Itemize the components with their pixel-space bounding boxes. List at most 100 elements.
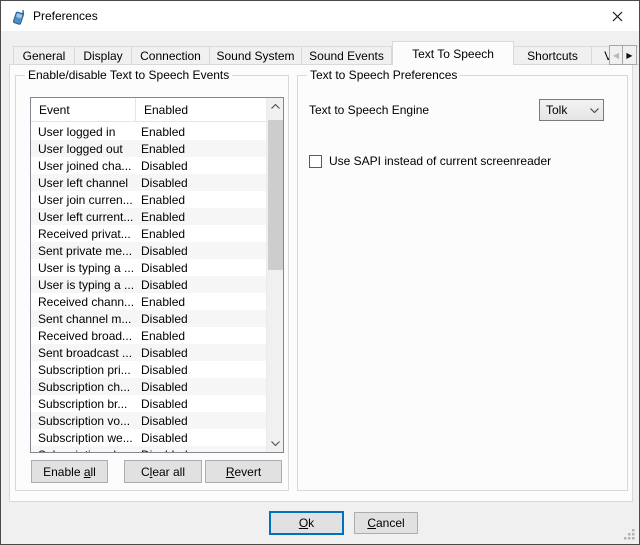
cancel-button[interactable]: Cancel (354, 512, 418, 534)
event-cell: Sent channel m... (31, 312, 134, 326)
tab-scrollers: ◀ ▶ (609, 45, 637, 65)
status-cell: Enabled (134, 227, 266, 241)
list-item[interactable]: User joined cha... Disabled (31, 157, 266, 174)
status-cell: Disabled (134, 363, 266, 377)
list-header: Event Enabled (31, 98, 266, 122)
close-icon (612, 11, 623, 22)
event-cell: User is typing a ... (31, 278, 134, 292)
event-cell: Received chann... (31, 295, 134, 309)
vertical-scrollbar[interactable] (266, 98, 283, 452)
tab-scroll-left-button[interactable]: ◀ (609, 45, 623, 65)
event-cell: Received privat... (31, 227, 134, 241)
tab-text-to-speech[interactable]: Text To Speech (392, 41, 514, 65)
tts-engine-value: Tolk (540, 103, 585, 117)
list-item[interactable]: User is typing a ... Disabled (31, 259, 266, 276)
enable-all-button[interactable]: Enable all (31, 460, 108, 483)
use-sapi-checkbox[interactable] (309, 155, 322, 168)
list-item[interactable]: Received chann... Enabled (31, 293, 266, 310)
list-item[interactable]: Received broad... Enabled (31, 327, 266, 344)
list-item[interactable]: User left channel Disabled (31, 174, 266, 191)
status-cell: Disabled (134, 244, 266, 258)
status-cell: Disabled (134, 397, 266, 411)
tts-preferences-groupbox: Text to Speech Preferences Text to Speec… (297, 75, 628, 491)
tab-scroll-left-icon: ◀ (613, 51, 619, 60)
event-cell: User left channel (31, 176, 134, 190)
tab-sound-system[interactable]: Sound System (210, 46, 302, 65)
preferences-dialog: Preferences General Display Connection S… (0, 0, 640, 545)
events-group-title: Enable/disable Text to Speech Events (25, 68, 232, 82)
list-item[interactable]: User join curren... Enabled (31, 191, 266, 208)
tts-preferences-group-title: Text to Speech Preferences (307, 68, 460, 82)
status-cell: Enabled (134, 193, 266, 207)
tab-display[interactable]: Display (75, 46, 132, 65)
event-cell: Subscription we... (31, 431, 134, 445)
status-cell: Enabled (134, 295, 266, 309)
tab-general[interactable]: General (13, 46, 75, 65)
event-cell: Subscription pri... (31, 363, 134, 377)
event-cell: User is typing a ... (31, 261, 134, 275)
tts-engine-label: Text to Speech Engine (309, 99, 429, 121)
window-title: Preferences (33, 1, 98, 31)
list-item[interactable]: Subscription we... Disabled (31, 429, 266, 446)
tab-connection[interactable]: Connection (132, 46, 210, 65)
tab-page-text-to-speech: Enable/disable Text to Speech Events Eve… (9, 64, 633, 502)
status-cell: Disabled (134, 431, 266, 445)
status-cell: Enabled (134, 142, 266, 156)
event-cell: Subscription ch... (31, 448, 134, 453)
list-item[interactable]: Subscription ch... Disabled (31, 446, 266, 452)
tab-scroll-right-button[interactable]: ▶ (623, 45, 637, 65)
tts-events-list[interactable]: Event Enabled User logged in Enabled Use… (30, 97, 284, 453)
events-groupbox: Enable/disable Text to Speech Events Eve… (15, 75, 289, 491)
event-cell: Subscription vo... (31, 414, 134, 428)
chevron-down-icon (271, 441, 280, 446)
status-cell: Disabled (134, 278, 266, 292)
list-item[interactable]: Subscription br... Disabled (31, 395, 266, 412)
list-item[interactable]: Subscription vo... Disabled (31, 412, 266, 429)
scroll-down-button[interactable] (267, 435, 284, 452)
list-item[interactable]: User is typing a ... Disabled (31, 276, 266, 293)
event-cell: User logged in (31, 125, 134, 139)
status-cell: Enabled (134, 125, 266, 139)
status-cell: Disabled (134, 261, 266, 275)
event-cell: User joined cha... (31, 159, 134, 173)
list-item[interactable]: Subscription pri... Disabled (31, 361, 266, 378)
event-cell: Subscription br... (31, 397, 134, 411)
titlebar[interactable]: Preferences (1, 1, 639, 31)
event-list-rows: User logged in Enabled User logged out E… (31, 123, 266, 452)
scrollbar-thumb[interactable] (268, 120, 283, 270)
status-cell: Disabled (134, 159, 266, 173)
scroll-up-button[interactable] (267, 98, 284, 115)
event-cell: Sent broadcast ... (31, 346, 134, 360)
chevron-down-icon (590, 108, 599, 113)
event-cell: User join curren... (31, 193, 134, 207)
app-icon (10, 8, 27, 25)
use-sapi-checkbox-label: Use SAPI instead of current screenreader (329, 154, 551, 168)
list-item[interactable]: Subscription ch... Disabled (31, 378, 266, 395)
revert-button[interactable]: Revert (205, 460, 282, 483)
column-header-enabled: Enabled (136, 98, 266, 121)
list-item[interactable]: Sent broadcast ... Disabled (31, 344, 266, 361)
clear-all-button[interactable]: Clear all (124, 460, 202, 483)
status-cell: Disabled (134, 312, 266, 326)
resize-grip[interactable] (621, 526, 636, 541)
column-header-event: Event (31, 98, 136, 121)
tts-engine-select[interactable]: Tolk (539, 99, 604, 121)
event-cell: Sent private me... (31, 244, 134, 258)
tab-scroll-right-icon: ▶ (626, 51, 632, 60)
list-item[interactable]: User logged out Enabled (31, 140, 266, 157)
status-cell: Enabled (134, 210, 266, 224)
status-cell: Disabled (134, 448, 266, 453)
list-item[interactable]: User logged in Enabled (31, 123, 266, 140)
use-sapi-checkbox-row[interactable]: Use SAPI instead of current screenreader (309, 153, 551, 169)
tab-bar: General Display Connection Sound System … (13, 41, 640, 65)
tab-sound-events[interactable]: Sound Events (302, 46, 392, 65)
list-item[interactable]: Sent channel m... Disabled (31, 310, 266, 327)
list-item[interactable]: Received privat... Enabled (31, 225, 266, 242)
chevron-up-icon (271, 104, 280, 109)
event-cell: User left current... (31, 210, 134, 224)
tab-shortcuts[interactable]: Shortcuts (514, 46, 592, 65)
close-button[interactable] (601, 5, 633, 27)
list-item[interactable]: Sent private me... Disabled (31, 242, 266, 259)
list-item[interactable]: User left current... Enabled (31, 208, 266, 225)
ok-button[interactable]: Ok (269, 511, 344, 535)
